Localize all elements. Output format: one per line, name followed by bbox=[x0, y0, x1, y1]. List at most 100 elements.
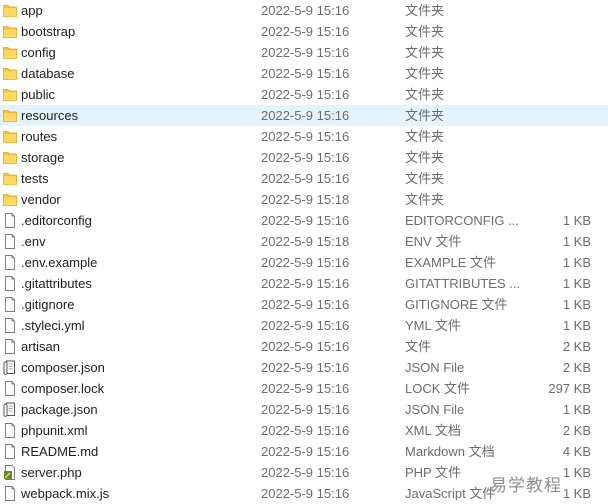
folder-icon bbox=[3, 3, 17, 18]
item-name: .env.example bbox=[21, 255, 98, 270]
item-size: 1 KB bbox=[562, 297, 591, 312]
folder-icon bbox=[3, 171, 17, 186]
item-date: 2022-5-9 15:16 bbox=[261, 108, 350, 123]
folder-icon bbox=[3, 66, 17, 81]
item-name: database bbox=[21, 66, 75, 81]
file-row-dot-editorconfig[interactable]: .editorconfig 2022-5-9 15:16 EDITORCONFIG … bbox=[0, 210, 608, 231]
file-list: app 2022-5-9 15:16 文件夹 bootstrap 2022-5-9 15… bbox=[0, 0, 608, 504]
folder-row-app[interactable]: app 2022-5-9 15:16 文件夹 bbox=[0, 0, 608, 21]
item-name: package.json bbox=[21, 402, 98, 417]
item-name: vendor bbox=[21, 192, 61, 207]
item-name: server.php bbox=[21, 465, 82, 480]
item-type: 文件夹 bbox=[405, 66, 445, 81]
item-name: tests bbox=[21, 171, 49, 186]
item-name: public bbox=[21, 87, 55, 102]
item-size: 1 KB bbox=[562, 402, 591, 417]
item-date: 2022-5-9 15:16 bbox=[261, 360, 350, 375]
item-date: 2022-5-9 15:16 bbox=[261, 381, 350, 396]
item-date: 2022-5-9 15:18 bbox=[261, 192, 350, 207]
item-type: 文件夹 bbox=[405, 171, 445, 186]
item-name: bootstrap bbox=[21, 24, 76, 39]
file-row-dot-env-example[interactable]: .env.example 2022-5-9 15:16 EXAMPLE 文件 1 KB bbox=[0, 252, 608, 273]
item-type: JSON File bbox=[405, 402, 465, 417]
item-date: 2022-5-9 15:16 bbox=[261, 297, 350, 312]
item-size: 1 KB bbox=[562, 486, 591, 501]
file-row-dot-env[interactable]: .env 2022-5-9 15:18 ENV 文件 1 KB bbox=[0, 231, 608, 252]
item-name: README.md bbox=[21, 444, 99, 459]
folder-row-vendor[interactable]: vendor 2022-5-9 15:18 文件夹 bbox=[0, 189, 608, 210]
item-date: 2022-5-9 15:16 bbox=[261, 486, 350, 501]
file-row-phpunit-xml[interactable]: phpunit.xml 2022-5-9 15:16 XML 文档 2 KB bbox=[0, 420, 608, 441]
item-size: 1 KB bbox=[562, 465, 591, 480]
item-date: 2022-5-9 15:16 bbox=[261, 150, 350, 165]
item-name: webpack.mix.js bbox=[21, 486, 110, 501]
folder-row-database[interactable]: database 2022-5-9 15:16 文件夹 bbox=[0, 63, 608, 84]
item-type: PHP 文件 bbox=[405, 465, 462, 480]
folder-icon bbox=[3, 192, 17, 207]
item-size: 1 KB bbox=[562, 276, 591, 291]
folder-icon bbox=[3, 45, 17, 60]
item-name: config bbox=[21, 45, 56, 60]
file-row-composer-lock[interactable]: composer.lock 2022-5-9 15:16 LOCK 文件 297 KB bbox=[0, 378, 608, 399]
file-row-package-json[interactable]: package.json 2022-5-9 15:16 JSON File 1 KB bbox=[0, 399, 608, 420]
item-date: 2022-5-9 15:16 bbox=[261, 45, 350, 60]
file-row-readme-md[interactable]: README.md 2022-5-9 15:16 Markdown 文档 4 KB bbox=[0, 441, 608, 462]
file-row-artisan[interactable]: artisan 2022-5-9 15:16 文件 2 KB bbox=[0, 336, 608, 357]
item-name: artisan bbox=[21, 339, 61, 354]
item-type: 文件夹 bbox=[405, 192, 445, 207]
item-size: 2 KB bbox=[562, 423, 591, 438]
item-size: 297 KB bbox=[548, 381, 591, 396]
file-row-dot-gitattributes[interactable]: .gitattributes 2022-5-9 15:16 GITATTRIBUTE… bbox=[0, 273, 608, 294]
file-row-composer-json[interactable]: composer.json 2022-5-9 15:16 JSON File 2 KB bbox=[0, 357, 608, 378]
file-icon bbox=[3, 423, 17, 438]
item-name: routes bbox=[21, 129, 58, 144]
item-type: XML 文档 bbox=[405, 423, 461, 438]
folder-icon bbox=[3, 87, 17, 102]
item-type: EXAMPLE 文件 bbox=[405, 255, 497, 270]
item-name: phpunit.xml bbox=[21, 423, 88, 438]
file-icon bbox=[3, 381, 17, 396]
folder-row-bootstrap[interactable]: bootstrap 2022-5-9 15:16 文件夹 bbox=[0, 21, 608, 42]
item-type: JavaScript 文件 bbox=[405, 486, 496, 501]
file-icon bbox=[3, 255, 17, 270]
item-name: storage bbox=[21, 150, 65, 165]
file-row-dot-styleci-yml[interactable]: .styleci.yml 2022-5-9 15:16 YML 文件 1 KB bbox=[0, 315, 608, 336]
item-type: GITATTRIBUTES ... bbox=[405, 276, 521, 291]
item-date: 2022-5-9 15:16 bbox=[261, 444, 350, 459]
file-icon bbox=[3, 276, 17, 291]
folder-row-config[interactable]: config 2022-5-9 15:16 文件夹 bbox=[0, 42, 608, 63]
json-file-icon bbox=[3, 402, 17, 417]
folder-row-storage[interactable]: storage 2022-5-9 15:16 文件夹 bbox=[0, 147, 608, 168]
item-type: 文件夹 bbox=[405, 129, 445, 144]
folder-row-tests[interactable]: tests 2022-5-9 15:16 文件夹 bbox=[0, 168, 608, 189]
json-file-icon bbox=[3, 360, 17, 375]
item-date: 2022-5-9 15:16 bbox=[261, 423, 350, 438]
item-size: 1 KB bbox=[562, 234, 591, 249]
item-type: EDITORCONFIG ... bbox=[405, 213, 519, 228]
file-icon bbox=[3, 486, 17, 501]
item-type: LOCK 文件 bbox=[405, 381, 471, 396]
item-type: 文件夹 bbox=[405, 87, 445, 102]
file-icon bbox=[3, 318, 17, 333]
item-date: 2022-5-9 15:16 bbox=[261, 213, 350, 228]
item-name: composer.json bbox=[21, 360, 105, 375]
folder-row-routes[interactable]: routes 2022-5-9 15:16 文件夹 bbox=[0, 126, 608, 147]
folder-icon bbox=[3, 108, 17, 123]
folder-icon bbox=[3, 129, 17, 144]
item-type: 文件 bbox=[405, 339, 432, 354]
item-type: JSON File bbox=[405, 360, 465, 375]
item-type: GITIGNORE 文件 bbox=[405, 297, 508, 312]
item-type: 文件夹 bbox=[405, 24, 445, 39]
item-date: 2022-5-9 15:16 bbox=[261, 66, 350, 81]
file-row-dot-gitignore[interactable]: .gitignore 2022-5-9 15:16 GITIGNORE 文件 1 KB bbox=[0, 294, 608, 315]
item-size: 2 KB bbox=[562, 339, 591, 354]
item-date: 2022-5-9 15:16 bbox=[261, 129, 350, 144]
item-date: 2022-5-9 15:16 bbox=[261, 465, 350, 480]
folder-row-resources[interactable]: resources 2022-5-9 15:16 文件夹 bbox=[0, 105, 608, 126]
file-icon bbox=[3, 213, 17, 228]
watermark-text: 易学教程 bbox=[490, 476, 562, 495]
item-date: 2022-5-9 15:16 bbox=[261, 3, 350, 18]
item-name: resources bbox=[21, 108, 79, 123]
folder-row-public[interactable]: public 2022-5-9 15:16 文件夹 bbox=[0, 84, 608, 105]
file-icon bbox=[3, 297, 17, 312]
